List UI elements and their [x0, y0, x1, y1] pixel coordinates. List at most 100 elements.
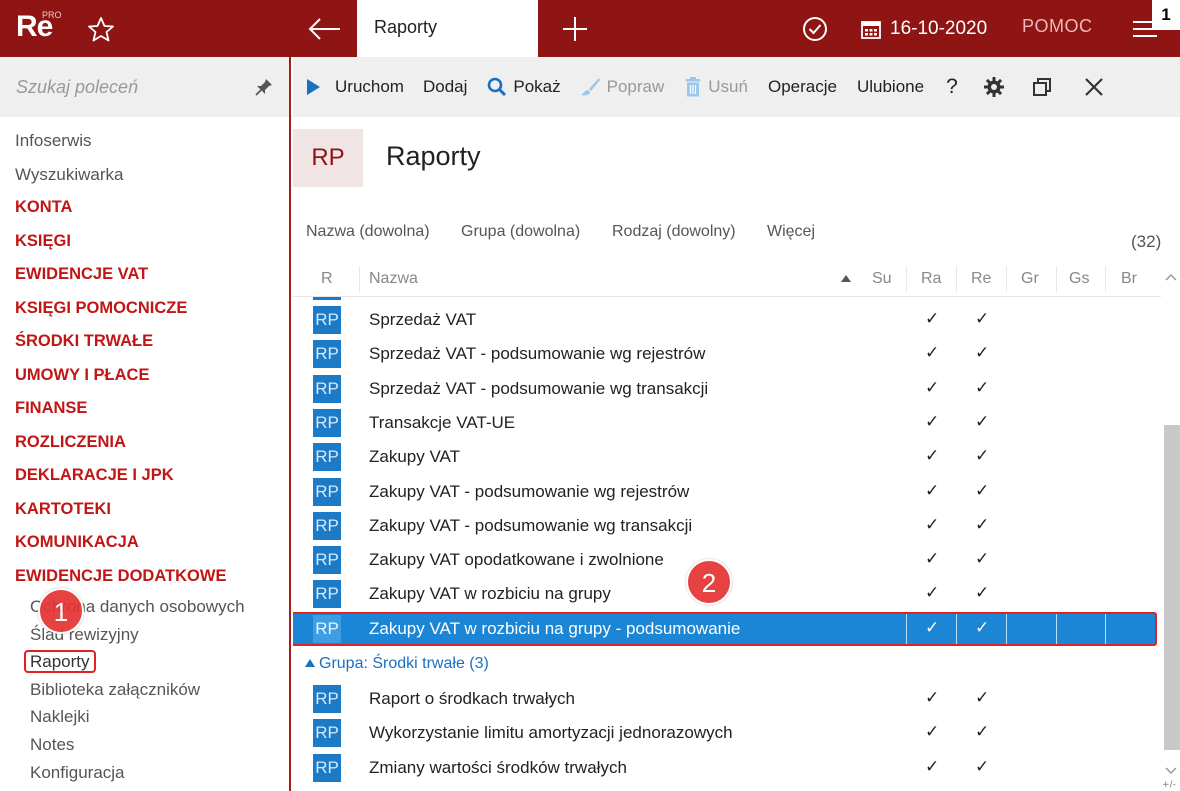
show-button[interactable]: Pokaż	[487, 57, 561, 117]
star-icon[interactable]	[86, 15, 116, 43]
group-label-count: (3)	[469, 655, 489, 672]
cell-separator	[1006, 613, 1007, 644]
report-name: Zakupy VAT opodatkowane i zwolnione	[369, 550, 664, 570]
table-row[interactable]: RP Wykorzystanie limitu amortyzacji jedn…	[293, 716, 1157, 750]
tab-raporty[interactable]: Raporty	[357, 0, 538, 57]
table-row[interactable]: RP Sprzedaż VAT ✓ ✓	[293, 303, 1157, 337]
sidebar-item-infoserwis[interactable]: Infoserwis	[0, 124, 289, 158]
scroll-down-chevron-icon[interactable]	[1165, 766, 1177, 776]
table-row[interactable]: RP Sprzedaż VAT - podsumowanie wg transa…	[293, 372, 1157, 406]
close-button[interactable]	[1084, 57, 1110, 117]
column-header-gs[interactable]: Gs	[1069, 270, 1089, 288]
callout-marker-2: 2	[686, 559, 732, 605]
check-circle-icon[interactable]	[800, 14, 830, 44]
table-row[interactable]: RP Zmiany wartości środków trwałych ✓ ✓	[293, 751, 1157, 785]
column-header-gr[interactable]: Gr	[1021, 270, 1039, 288]
settings-button[interactable]	[983, 57, 1011, 117]
group-header-srodki-trwale[interactable]: Grupa: Środki trwałe (3)	[293, 649, 1157, 679]
sidebar-item-finanse[interactable]: FINANSE	[0, 392, 289, 426]
sort-ascending-icon	[841, 275, 851, 282]
sidebar-item-rozliczenia[interactable]: ROZLICZENIA	[0, 426, 289, 460]
sidebar-item-ewidencje-vat[interactable]: EWIDENCJE VAT	[0, 258, 289, 292]
row-icon-partial	[313, 297, 341, 300]
operations-button[interactable]: Operacje	[768, 57, 837, 117]
cell-separator	[1056, 613, 1057, 644]
sidebar-subitem-raporty[interactable]: Raporty	[0, 648, 289, 676]
column-header-re[interactable]: Re	[971, 270, 991, 288]
trash-icon	[686, 77, 701, 97]
report-name: Sprzedaż VAT	[369, 310, 477, 329]
vertical-scrollbar[interactable]	[1161, 260, 1180, 791]
add-button[interactable]: Dodaj	[423, 57, 467, 117]
sidebar-item-konta[interactable]: KONTA	[0, 191, 289, 225]
report-icon: RP	[313, 614, 341, 643]
brush-icon	[580, 78, 600, 96]
filter-kind[interactable]: Rodzaj (dowolny)	[612, 223, 736, 241]
help-link[interactable]: POMOC	[1022, 16, 1093, 37]
column-header-nazwa[interactable]: Nazwa	[369, 270, 418, 288]
check-re: ✓	[975, 343, 990, 364]
report-name: Transakcje VAT-UE	[369, 412, 516, 432]
report-icon: RP	[313, 511, 341, 540]
check-re: ✓	[975, 688, 990, 708]
calendar-icon	[861, 21, 881, 39]
scrollbar-thumb[interactable]	[1164, 425, 1180, 750]
favorites-button[interactable]: Ulubione	[857, 57, 924, 117]
restore-window-button[interactable]	[1031, 57, 1059, 117]
column-header-ra[interactable]: Ra	[921, 270, 941, 288]
report-icon: RP	[313, 546, 341, 575]
table-row[interactable]: RP Zakupy VAT - podsumowanie wg rejestró…	[293, 475, 1157, 509]
help-button[interactable]: ?	[946, 57, 958, 117]
check-ra: ✓	[925, 756, 940, 777]
table-row[interactable]: RP Transakcje VAT-UE ✓ ✓	[293, 406, 1157, 440]
table-row[interactable]: RP Raport o środkach trwałych ✓ ✓	[293, 682, 1157, 716]
filter-group[interactable]: Grupa (dowolna)	[461, 223, 580, 241]
sidebar-item-ksiegi[interactable]: KSIĘGI	[0, 225, 289, 259]
command-search-input[interactable]	[16, 73, 236, 101]
report-icon: RP	[313, 408, 341, 437]
delete-button[interactable]: Usuń	[684, 57, 748, 117]
sidebar-subitem-naklejki[interactable]: Naklejki	[0, 703, 289, 731]
sidebar-item-srodki-trwale[interactable]: ŚRODKI TRWAŁE	[0, 325, 289, 359]
filter-more[interactable]: Więcej	[767, 223, 815, 241]
date-display[interactable]: 16-10-2020	[860, 15, 987, 43]
table-row-selected[interactable]: RP Zakupy VAT w rozbiciu na grupy - pods…	[293, 611, 1157, 646]
check-ra: ✓	[925, 411, 940, 432]
sidebar-item-ksiegi-pomocnicze[interactable]: KSIĘGI POMOCNICZE	[0, 292, 289, 326]
run-button[interactable]: Uruchom	[305, 57, 404, 117]
report-name: Sprzedaż VAT - podsumowanie wg rejestrów	[369, 344, 706, 364]
table-row[interactable]: RP Zakupy VAT - podsumowanie wg transakc…	[293, 509, 1157, 543]
sidebar-item-ewidencje-dodatkowe[interactable]: EWIDENCJE DODATKOWE	[0, 560, 289, 594]
report-grid: RP Sprzedaż VAT ✓ ✓ RP Sprzedaż VAT - po…	[293, 297, 1161, 791]
sidebar-nav: Infoserwis Wyszukiwarka KONTA KSIĘGI EWI…	[0, 124, 289, 786]
sidebar-item-komunikacja[interactable]: KOMUNIKACJA	[0, 526, 289, 560]
scroll-up-chevron-icon[interactable]	[1165, 272, 1177, 282]
sidebar-item-deklaracje-i-jpk[interactable]: DEKLARACJE I JPK	[0, 459, 289, 493]
check-ra: ✓	[925, 377, 940, 398]
sidebar-item-kartoteki[interactable]: KARTOTEKI	[0, 493, 289, 527]
app-logo[interactable]: Re PRO	[0, 0, 78, 57]
column-header-br[interactable]: Br	[1121, 270, 1137, 288]
pin-icon[interactable]	[254, 77, 274, 97]
report-icon: RP	[313, 685, 341, 713]
report-icon: RP	[313, 374, 341, 403]
operations-label: Operacje	[767, 77, 837, 96]
check-re: ✓	[975, 309, 990, 329]
column-header-r[interactable]: R	[321, 270, 333, 288]
expand-collapse-toggle[interactable]: +/-	[1162, 780, 1176, 790]
table-row[interactable]: RP Zakupy VAT ✓ ✓	[293, 440, 1157, 474]
sidebar-subitem-notes[interactable]: Notes	[0, 731, 289, 759]
new-tab-plus-icon[interactable]	[560, 14, 590, 44]
sidebar-subitem-konfiguracja[interactable]: Konfiguracja	[0, 759, 289, 787]
table-row[interactable]: RP Sprzedaż VAT - podsumowanie wg rejest…	[293, 337, 1157, 371]
sidebar-subitem-raporty-label: Raporty	[24, 650, 96, 674]
report-icon: RP	[313, 753, 341, 782]
sidebar-subitem-biblioteka[interactable]: Biblioteka załączników	[0, 676, 289, 704]
edit-button[interactable]: Popraw	[579, 57, 664, 117]
filter-name[interactable]: Nazwa (dowolna)	[306, 223, 430, 241]
sidebar-item-wyszukiwarka[interactable]: Wyszukiwarka	[0, 158, 289, 192]
sidebar-item-umowy-i-place[interactable]: UMOWY I PŁACE	[0, 359, 289, 393]
column-header-su[interactable]: Su	[872, 270, 892, 288]
back-arrow-icon[interactable]	[306, 14, 342, 44]
search-icon	[488, 77, 507, 97]
